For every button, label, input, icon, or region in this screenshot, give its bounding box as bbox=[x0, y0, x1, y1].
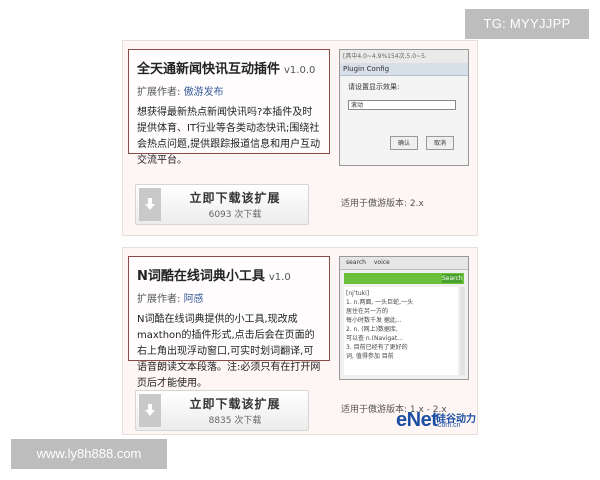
plugin-title-row: N词酷在线词典小工具 v1.0 bbox=[137, 265, 321, 284]
dict-line: 3. 目前已经有了更好的 bbox=[346, 344, 408, 351]
screenshot-dict-content: [nj'tuki] 1. n.两面, 一头巨蛇,一头 居住在另一方的 每小时数千… bbox=[344, 287, 458, 375]
screenshot-cancel-button: 取消 bbox=[426, 136, 454, 150]
screenshot-top-text: [具中4.0~4.9%154次,5.0~5. bbox=[340, 50, 468, 63]
plugin-author-row: 扩展作者: 阿感 bbox=[137, 290, 321, 305]
author-link[interactable]: 阿感 bbox=[184, 294, 204, 305]
download-button[interactable]: 立即下载该扩展 6093 次下载 bbox=[135, 184, 309, 225]
plugin-author-row: 扩展作者: 傲游发布 bbox=[137, 83, 321, 98]
screenshot-dialog-body: 请设置显示效果: 滚动 确认 取消 bbox=[340, 76, 468, 165]
plugin-title-row: 全天通新闻快讯互动插件 v1.0.0 bbox=[137, 58, 321, 77]
plugin-info-box: 全天通新闻快讯互动插件 v1.0.0 扩展作者: 傲游发布 想获得最新热点新闻快讯… bbox=[128, 49, 330, 166]
screenshot-tab-voice: voice bbox=[373, 259, 390, 266]
screenshot-ok-button: 确认 bbox=[390, 136, 418, 150]
plugin-title: 全天通新闻快讯互动插件 bbox=[137, 62, 281, 77]
plugin-screenshot[interactable]: [具中4.0~4.9%154次,5.0~5. Plugin Config 请设置… bbox=[339, 49, 469, 166]
screenshot-tab-search: search bbox=[346, 259, 366, 266]
plugin-screenshot[interactable]: search voice Search [nj'tuki] 1. n.两面, 一… bbox=[339, 256, 469, 380]
plugin-card-news: 全天通新闻快讯互动插件 v1.0.0 扩展作者: 傲游发布 想获得最新热点新闻快讯… bbox=[122, 40, 478, 236]
download-icon bbox=[139, 394, 161, 427]
watermark-top: TG: MYYJJPP bbox=[465, 9, 589, 39]
screenshot-tabs: search voice bbox=[340, 257, 468, 270]
watermark-bottom: www.ly8h888.com bbox=[11, 439, 167, 469]
plugin-info-box: N词酷在线词典小工具 v1.0 扩展作者: 阿感 N词酷在线词典提供的小工具,现改… bbox=[128, 256, 330, 389]
plugin-card-dict: N词酷在线词典小工具 v1.0 扩展作者: 阿感 N词酷在线词典提供的小工具,现改… bbox=[122, 247, 478, 435]
author-label: 扩展作者: bbox=[137, 87, 181, 98]
screenshot-select: 滚动 bbox=[348, 100, 456, 110]
screenshot-search-button: Search bbox=[442, 274, 463, 283]
dict-line: 1. n.两面, 一头巨蛇,一头 bbox=[346, 299, 414, 306]
author-label: 扩展作者: bbox=[137, 294, 181, 305]
dict-line: 可以查 n.(Navigat... bbox=[346, 335, 403, 342]
dict-line: 2. n. (网上)数据库, bbox=[346, 326, 398, 333]
download-button[interactable]: 立即下载该扩展 8835 次下载 bbox=[135, 390, 309, 431]
plugin-description: N词酷在线词典提供的小工具,现改成maxthon的插件形式,点击后会在页面的右上… bbox=[137, 314, 321, 389]
plugin-title: N词酷在线词典小工具 bbox=[137, 269, 265, 284]
screenshot-label: 请设置显示效果: bbox=[348, 83, 400, 91]
download-icon bbox=[139, 188, 161, 221]
applies-version: 适用于傲游版本: 2.x bbox=[341, 199, 424, 209]
download-count: 8835 次下载 bbox=[208, 416, 262, 426]
screenshot-window-title: Plugin Config bbox=[340, 63, 468, 76]
download-label: 立即下载该扩展 bbox=[189, 191, 281, 205]
plugin-version: v1.0.0 bbox=[284, 65, 316, 76]
plugin-version: v1.0 bbox=[268, 272, 291, 283]
download-count: 6093 次下载 bbox=[208, 210, 262, 220]
enet-logo: eNet 硅谷动力 .com.cn bbox=[396, 409, 476, 433]
dict-line: 居住在另一方的 bbox=[346, 308, 389, 315]
screenshot-scrollbar bbox=[460, 287, 465, 375]
dict-line: 词, 值得参加 目前 bbox=[346, 353, 394, 360]
dict-line: 每小时数千发 据此... bbox=[346, 317, 402, 324]
download-label: 立即下载该扩展 bbox=[189, 397, 281, 411]
author-link[interactable]: 傲游发布 bbox=[184, 87, 224, 98]
dict-line: [nj'tuki] bbox=[346, 290, 370, 297]
plugin-description: 想获得最新热点新闻快讯吗?本插件及时提供体育、IT行业等各类动态快讯;围绕社会热… bbox=[137, 107, 321, 166]
screenshot-search-bar: Search bbox=[344, 273, 464, 284]
enet-logo-text: eNet bbox=[396, 409, 438, 431]
enet-logo-domain: .com.cn bbox=[436, 422, 461, 429]
